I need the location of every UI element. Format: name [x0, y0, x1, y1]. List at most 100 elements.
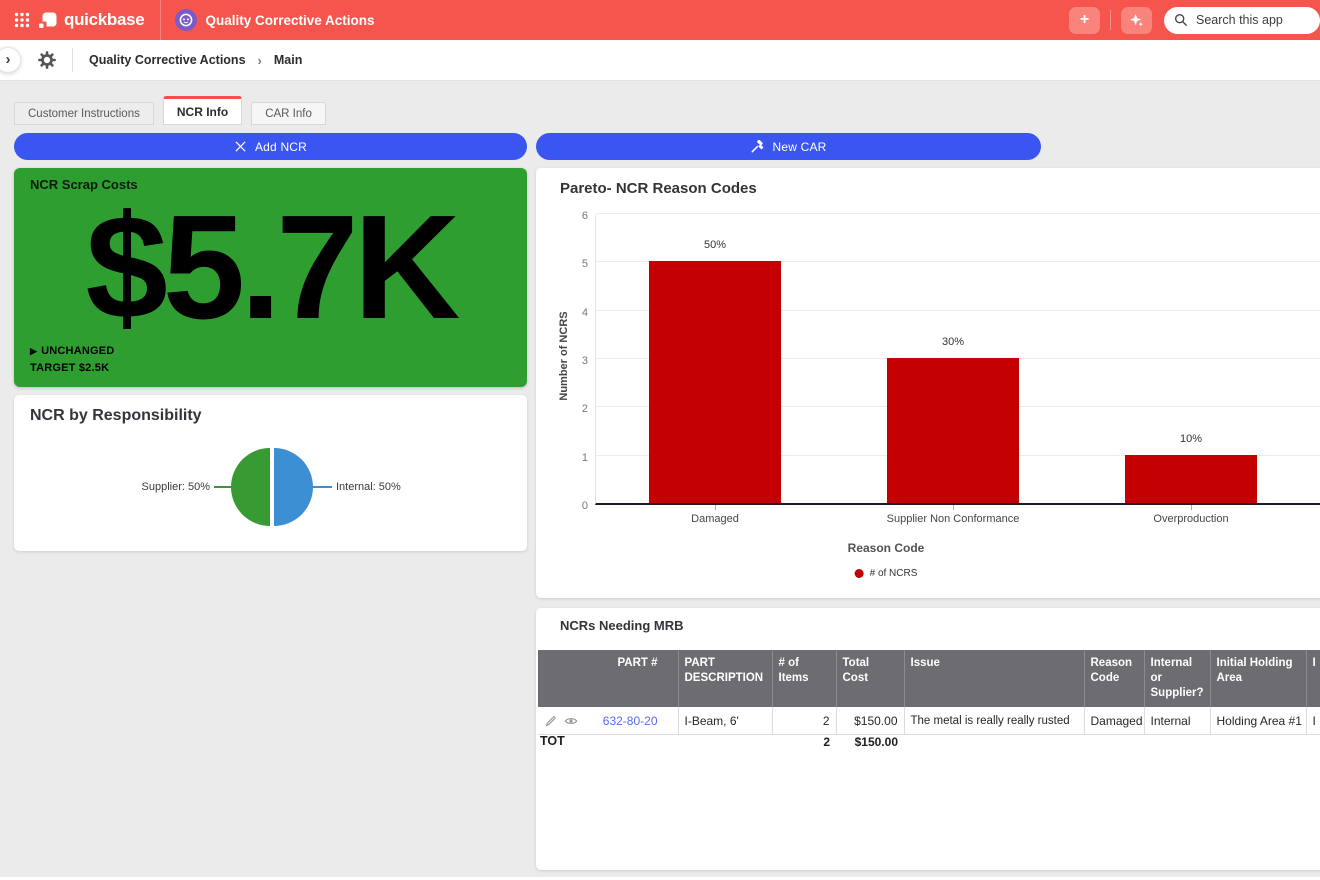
tab-customer-instructions[interactable]: Customer Instructions	[14, 102, 154, 125]
totals-cost: $150.00	[838, 735, 898, 749]
pareto-bar[interactable]	[887, 358, 1019, 503]
col-partial[interactable]: I	[1306, 650, 1320, 707]
col-reason-code[interactable]: Reason Code	[1084, 650, 1144, 707]
sidebar-expand-button[interactable]: ›	[0, 47, 21, 73]
col-part-description[interactable]: PART DESCRIPTION	[678, 650, 772, 707]
pencil-icon	[544, 714, 558, 728]
gridline	[596, 213, 1320, 214]
chevron-right-icon: ›	[6, 51, 11, 68]
quickbase-logo[interactable]: quickbase	[39, 10, 144, 30]
grid-icon	[14, 12, 30, 28]
settings-button[interactable]	[38, 51, 56, 69]
cell-internal-or-supplier: Internal	[1144, 707, 1210, 735]
topbar: quickbase Quality Corrective Actions +	[0, 0, 1320, 40]
add-ncr-label: Add NCR	[255, 140, 307, 154]
col-num-items[interactable]: # of Items	[772, 650, 836, 707]
topbar-divider	[160, 0, 161, 40]
y-axis-tick-label: 5	[548, 258, 588, 270]
pie-label-supplier: Supplier: 50%	[50, 481, 210, 493]
breadcrumb-divider	[72, 48, 73, 72]
app-switcher-grid-icon[interactable]	[9, 7, 35, 33]
pareto-plot-area: 50%Damaged30%Supplier Non Conformance10%…	[595, 215, 1320, 505]
target-label: TARGET $2.5K	[30, 362, 109, 374]
cell-initial-holding-area: Holding Area #1	[1210, 707, 1306, 735]
breadcrumb-app[interactable]: Quality Corrective Actions	[89, 53, 246, 67]
pie-label-internal: Internal: 50%	[336, 481, 496, 493]
y-axis-tick-label: 2	[548, 403, 588, 415]
y-axis-tick-label: 1	[548, 452, 588, 464]
search-icon	[1174, 13, 1188, 27]
quickbase-logo-icon	[39, 12, 57, 29]
col-total-cost[interactable]: Total Cost	[836, 650, 904, 707]
breadcrumb-page[interactable]: Main	[274, 53, 302, 67]
edit-record-button[interactable]	[544, 714, 558, 728]
x-icon	[234, 140, 247, 153]
pie-callout-line-supplier	[214, 486, 240, 488]
view-record-button[interactable]	[564, 714, 578, 728]
pareto-card: Pareto- NCR Reason Codes Number of NCRS …	[536, 168, 1320, 598]
new-car-label: New CAR	[772, 140, 826, 154]
mrb-table: PART # PART DESCRIPTION # of Items Total…	[538, 650, 1320, 735]
x-axis-label: Supplier Non Conformance	[887, 513, 1020, 525]
search-input[interactable]	[1194, 12, 1312, 28]
y-axis-ticks: 0123456	[544, 215, 588, 505]
app-title: Quality Corrective Actions	[205, 13, 374, 28]
pareto-bar[interactable]	[649, 261, 781, 503]
y-axis-tick-label: 3	[548, 355, 588, 367]
table-card-ncrs-needing-mrb: NCRs Needing MRB PART # PART DESCRIPTION…	[536, 608, 1320, 870]
cell-total-cost: $150.00	[836, 707, 904, 735]
kpi-value: $5.7K	[14, 190, 527, 345]
sparkle-icon	[1129, 13, 1144, 28]
cell-issue: The metal is really really rusted	[904, 707, 1084, 735]
add-new-button[interactable]: +	[1069, 7, 1100, 34]
ai-assistant-button[interactable]	[1121, 7, 1152, 34]
x-axis-label: Damaged	[691, 513, 739, 525]
totals-label: TOT	[540, 734, 565, 748]
gear-icon	[38, 51, 56, 69]
y-axis-tick-label: 0	[548, 500, 588, 512]
x-axis-tick	[715, 505, 716, 510]
part-number-link[interactable]: 632-80-20	[603, 714, 658, 728]
pie-callout-line-internal	[304, 486, 332, 488]
breadcrumb-separator: ›	[258, 53, 262, 68]
cell-num-items: 2	[772, 707, 836, 735]
bar-value-label: 50%	[704, 239, 726, 251]
app-chip[interactable]: Quality Corrective Actions	[175, 9, 374, 31]
tab-car-info[interactable]: CAR Info	[251, 102, 326, 125]
brand-name: quickbase	[64, 10, 144, 30]
app-icon	[175, 9, 197, 31]
chart-legend: # of NCRS	[855, 568, 918, 579]
add-ncr-button[interactable]: Add NCR	[14, 133, 527, 160]
trend-label: UNCHANGED	[41, 345, 114, 357]
new-car-button[interactable]: New CAR	[536, 133, 1041, 160]
totals-items: 2	[774, 735, 830, 749]
pie-chart-title: NCR by Responsibility	[30, 407, 202, 425]
eye-icon	[564, 714, 578, 728]
pareto-chart-title: Pareto- NCR Reason Codes	[560, 180, 757, 197]
y-axis-tick-label: 6	[548, 210, 588, 222]
legend-label: # of NCRS	[870, 568, 918, 579]
col-issue[interactable]: Issue	[904, 650, 1084, 707]
table-title: NCRs Needing MRB	[560, 618, 684, 633]
y-axis-tick-label: 4	[548, 307, 588, 319]
pareto-bar[interactable]	[1125, 455, 1257, 503]
col-part-number[interactable]: PART #	[538, 650, 678, 707]
cell-partial: I	[1306, 707, 1320, 735]
kpi-trend: ▶ UNCHANGED TARGET $2.5K	[30, 343, 114, 377]
gavel-icon	[750, 140, 764, 154]
pie-card-ncr-by-responsibility: NCR by Responsibility Supplier: 50% Inte…	[14, 395, 527, 551]
x-axis-label: Overproduction	[1153, 513, 1228, 525]
table-header-row: PART # PART DESCRIPTION # of Items Total…	[538, 650, 1320, 707]
table-row: 632-80-20 I-Beam, 6' 2 $150.00 The metal…	[538, 707, 1320, 735]
legend-dot	[855, 569, 864, 578]
dashboard-content: Customer Instructions NCR Info CAR Info …	[0, 81, 1320, 877]
tab-ncr-info[interactable]: NCR Info	[163, 96, 242, 125]
x-axis-title: Reason Code	[848, 541, 925, 555]
col-internal-or-supplier[interactable]: Internal or Supplier?	[1144, 650, 1210, 707]
cell-part-description: I-Beam, 6'	[678, 707, 772, 735]
x-axis-tick	[1191, 505, 1192, 510]
col-initial-holding-area[interactable]: Initial Holding Area	[1210, 650, 1306, 707]
bar-value-label: 30%	[942, 336, 964, 348]
search-box[interactable]	[1164, 7, 1320, 34]
trend-arrow-icon: ▶	[30, 346, 37, 356]
